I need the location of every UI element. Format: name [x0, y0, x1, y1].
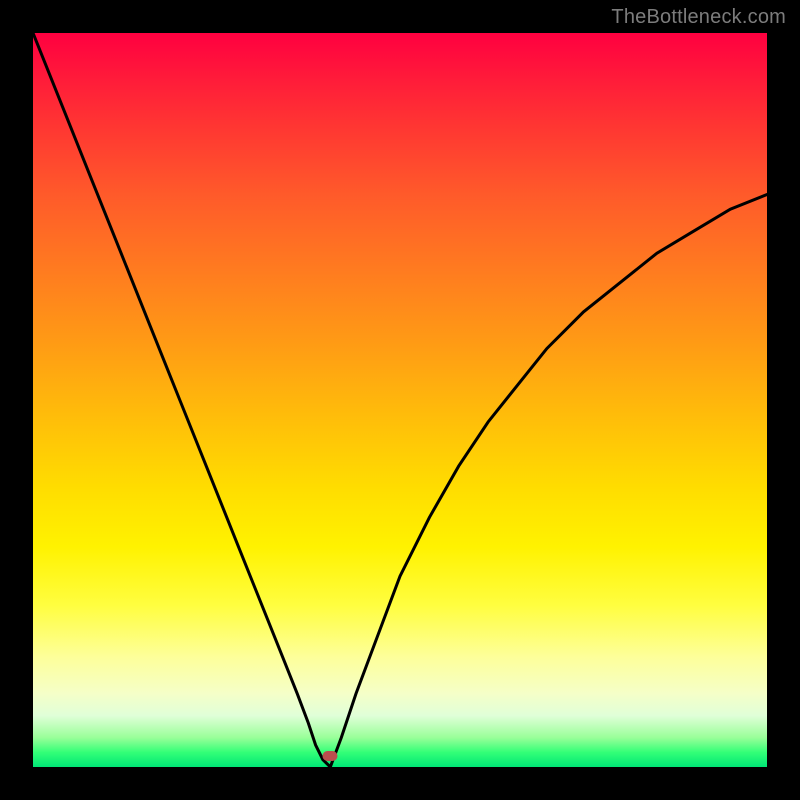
- plot-area: [33, 33, 767, 767]
- chart-frame: TheBottleneck.com: [0, 0, 800, 800]
- watermark-text: TheBottleneck.com: [611, 6, 786, 29]
- optimal-point-marker: [323, 751, 338, 761]
- background-gradient: [33, 33, 767, 767]
